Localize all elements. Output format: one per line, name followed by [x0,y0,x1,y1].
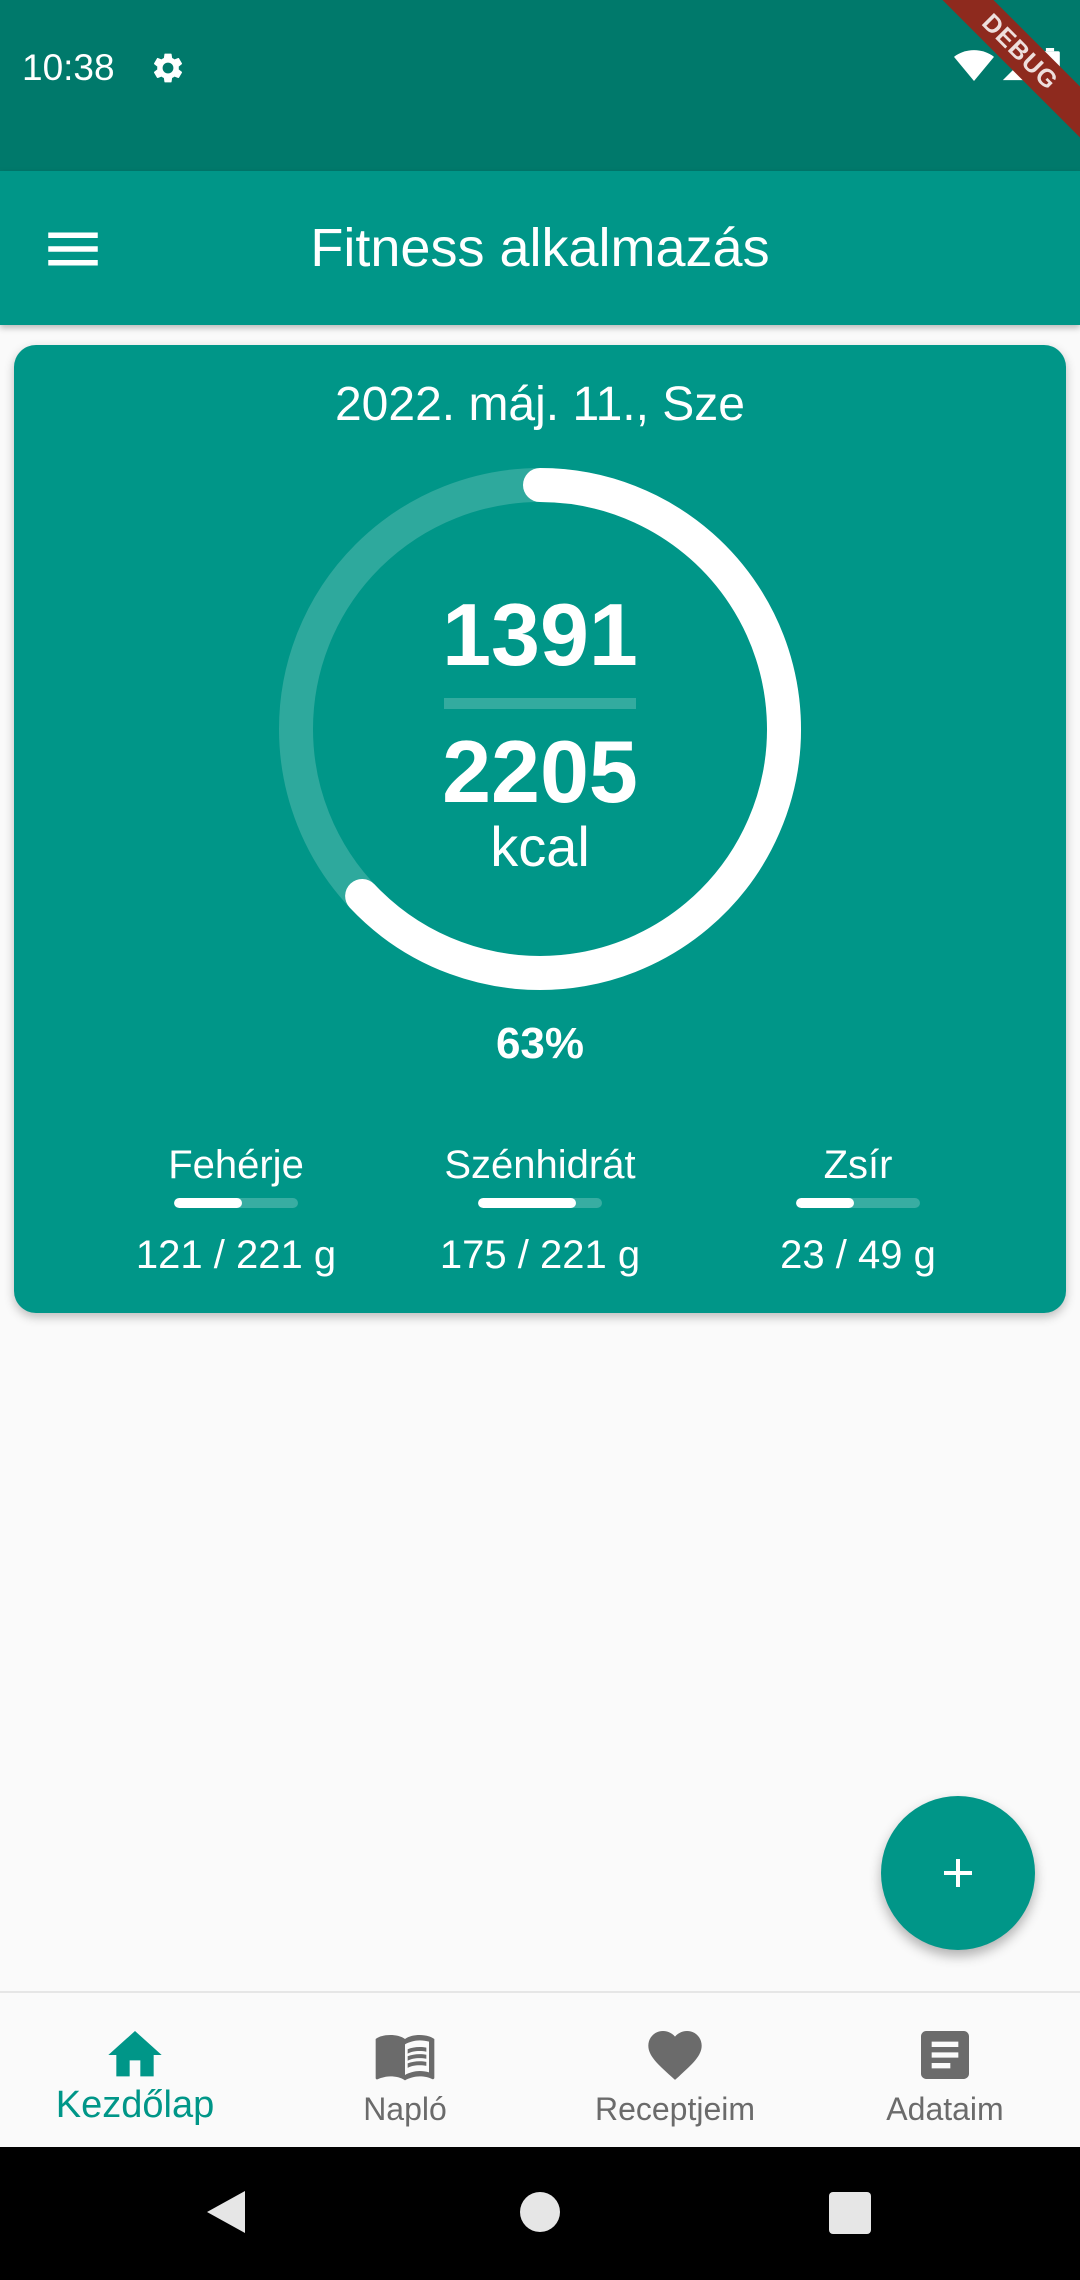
back-icon[interactable] [205,2189,247,2235]
system-navigation-bar [0,2147,1080,2280]
plus-icon [944,1859,972,1887]
document-icon [921,2031,969,2079]
book-icon [375,2035,435,2081]
macro-name: Szénhidrát [444,1143,636,1187]
macro-name: Fehérje [168,1143,304,1187]
macro-value: 175 / 221 g [439,1233,641,1277]
nav-label: Kezdőlap [55,2084,215,2126]
nav-label: Receptjeim [594,2091,756,2127]
macro-carbs: Szénhidrát 175 / 221 g [390,1140,690,1280]
nav-item-home[interactable]: Kezdőlap [0,1993,270,2149]
kcal-divider [444,698,636,709]
nav-label: Adataim [886,2091,1004,2127]
progress-percent: 63% [495,1019,585,1068]
nav-item-recipes[interactable]: Receptjeim [540,1993,810,2149]
calorie-summary-card: 2022. máj. 11., Sze 1391 2205 kcal 63% F… [14,345,1066,1313]
consumed-kcal: 1391 [442,585,638,684]
macro-progress-bar [796,1198,920,1208]
settings-gear-icon [153,53,183,83]
macro-progress-bar [478,1198,602,1208]
goal-kcal: 2205 [442,722,638,821]
macro-protein: Fehérje 121 / 221 g [86,1140,386,1280]
status-bar: 10:38 DEBUG [0,0,1080,171]
app-title: Fitness alkalmazás [310,218,770,278]
status-time: 10:38 [22,47,115,88]
app-bar: Fitness alkalmazás [0,171,1080,325]
macro-progress-fill [174,1198,243,1208]
macro-progress-fill [796,1198,855,1208]
macro-value: 121 / 221 g [135,1233,337,1277]
heart-icon [648,2031,702,2080]
macro-fat: Zsír 23 / 49 g [708,1140,1008,1280]
home-circle-icon[interactable] [519,2191,561,2233]
nav-label: Napló [363,2091,447,2127]
home-icon [108,2031,162,2077]
macro-progress-fill [478,1198,576,1208]
bottom-navigation: Kezdőlap Napló Receptjeim Adataim [0,1991,1080,2149]
macro-progress-bar [174,1198,298,1208]
summary-date: 2022. máj. 11., Sze [334,378,745,431]
macro-value: 23 / 49 g [780,1233,936,1277]
add-entry-button[interactable] [881,1796,1035,1950]
wifi-icon [954,50,994,81]
macro-name: Zsír [823,1143,893,1187]
kcal-unit: kcal [490,815,590,878]
recents-square-icon[interactable] [829,2192,871,2234]
nav-item-profile-data[interactable]: Adataim [810,1993,1080,2149]
nav-item-diary[interactable]: Napló [270,1993,540,2149]
